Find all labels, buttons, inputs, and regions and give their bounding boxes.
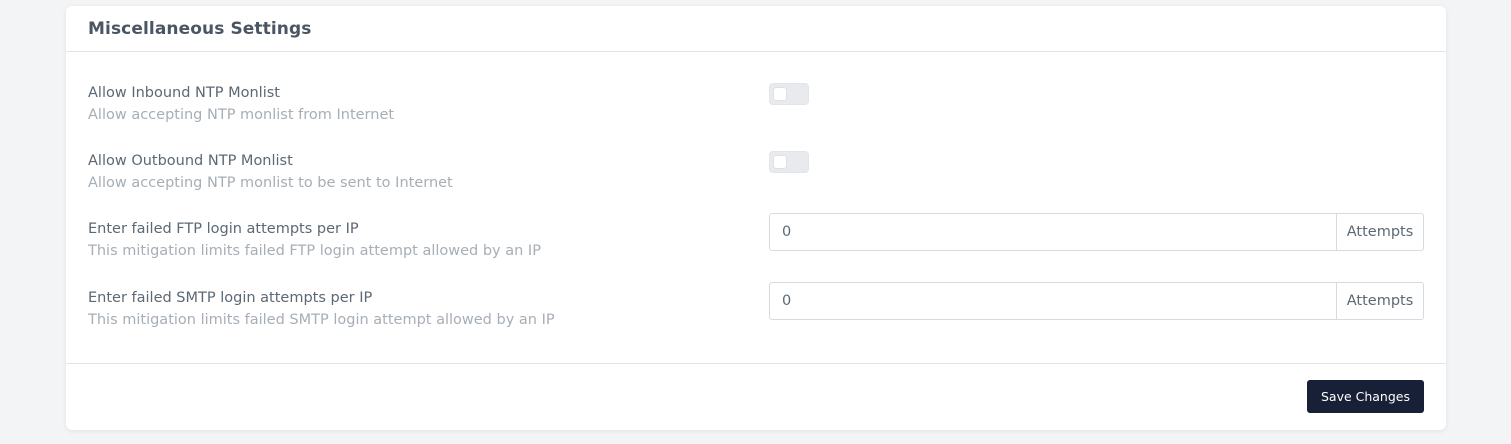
- ftp-attempts-description: This mitigation limits failed FTP login …: [88, 243, 541, 259]
- card-body: Allow Inbound NTP Monlist Allow acceptin…: [66, 52, 1446, 364]
- toggle-knob: [774, 156, 786, 168]
- outbound-ntp-monlist-label: Allow Outbound NTP Monlist: [88, 153, 293, 169]
- ftp-attempts-label: Enter failed FTP login attempts per IP: [88, 221, 359, 237]
- smtp-attempts-description: This mitigation limits failed SMTP login…: [88, 312, 555, 328]
- card-footer: Save Changes: [66, 364, 1446, 430]
- card-header: Miscellaneous Settings: [66, 6, 1446, 52]
- settings-card: Miscellaneous Settings Allow Inbound NTP…: [66, 6, 1446, 430]
- ftp-attempts-suffix: Attempts: [1336, 214, 1423, 250]
- smtp-attempts-suffix: Attempts: [1336, 283, 1423, 319]
- toggle-knob: [774, 88, 786, 100]
- smtp-attempts-input[interactable]: [770, 283, 1336, 319]
- card-title: Miscellaneous Settings: [88, 18, 312, 39]
- ftp-attempts-input-group: Attempts: [769, 213, 1424, 251]
- smtp-attempts-input-group: Attempts: [769, 282, 1424, 320]
- inbound-ntp-monlist-label: Allow Inbound NTP Monlist: [88, 85, 280, 101]
- inbound-ntp-monlist-toggle[interactable]: [769, 83, 809, 105]
- ftp-attempts-input[interactable]: [770, 214, 1336, 250]
- outbound-ntp-monlist-description: Allow accepting NTP monlist to be sent t…: [88, 175, 453, 191]
- save-changes-button[interactable]: Save Changes: [1306, 380, 1424, 413]
- outbound-ntp-monlist-toggle[interactable]: [769, 151, 809, 173]
- smtp-attempts-label: Enter failed SMTP login attempts per IP: [88, 290, 373, 306]
- inbound-ntp-monlist-description: Allow accepting NTP monlist from Interne…: [88, 107, 395, 123]
